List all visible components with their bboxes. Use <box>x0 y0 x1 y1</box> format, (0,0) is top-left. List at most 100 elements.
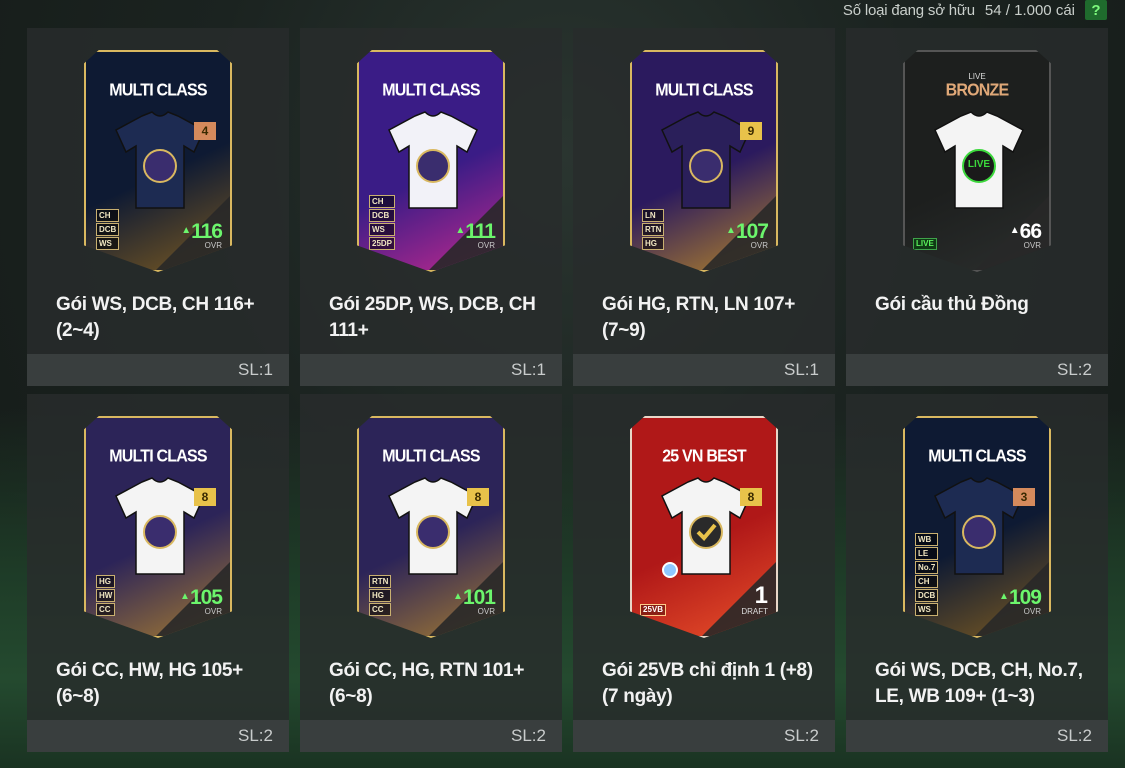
position-tag: WS <box>915 603 939 616</box>
card-title: MULTI CLASS <box>928 447 1026 466</box>
pack-tile[interactable]: MULTI CLASS 9 LN RTN HG ▲107 OVR Gói HG, RTN, L… <box>573 28 835 386</box>
ovr-block: ▲107 OVR <box>726 220 769 250</box>
pack-tile[interactable]: MULTI CLASS 8 RTN HG CC ▲101 OVR Gói CC, HG, RT… <box>300 394 562 752</box>
level-badge: 8 <box>194 488 216 506</box>
position-tag: LE <box>915 547 939 560</box>
pack-name: Gói cầu thủ Đồng <box>875 294 1029 315</box>
card-frame: MULTI CLASS 4 CH DCB WS ▲116 OVR <box>84 50 232 272</box>
card-title: MULTI CLASS <box>382 81 480 100</box>
position-tag: CH <box>915 575 939 588</box>
up-arrow-icon: ▲ <box>726 225 736 236</box>
pack-quantity: SL:2 <box>573 720 835 752</box>
pack-name: Gói WS, DCB, CH 116+ (2~4) <box>56 294 255 341</box>
position-tag: WS <box>369 223 396 236</box>
position-tag: CH <box>96 209 120 222</box>
card-title: MULTI CLASS <box>109 447 207 466</box>
position-tag: WS <box>96 237 120 250</box>
position-list: WB LE No.7 CH DCB WS <box>915 533 939 616</box>
position-tag: CC <box>369 603 392 616</box>
pack-grid: MULTI CLASS 4 CH DCB WS ▲116 OVR Gói WS, DCB, C… <box>27 28 1108 752</box>
ovr-value: 66 <box>1019 220 1042 243</box>
card-frame: MULTI CLASS 3 WB LE No.7 CH DCB WS ▲109 OVR <box>903 416 1051 638</box>
help-button[interactable]: ? <box>1085 0 1107 20</box>
up-arrow-icon: ▲ <box>181 225 191 236</box>
up-arrow-icon: ▲ <box>999 591 1009 602</box>
pack-quantity: SL:1 <box>300 354 562 386</box>
card-frame: LIVE BRONZE LIVE LIVE ▲66 OVR <box>903 50 1051 272</box>
position-tag: DCB <box>915 589 939 602</box>
pack-card: LIVE BRONZE LIVE LIVE ▲66 OVR <box>903 50 1051 272</box>
pack-quantity: SL:1 <box>573 354 835 386</box>
ovr-value: 116 <box>191 220 223 243</box>
pack-tile[interactable]: LIVE BRONZE LIVE LIVE ▲66 OVR Gói cầu thủ Đồng… <box>846 28 1108 386</box>
pack-tile[interactable]: MULTI CLASS CH DCB WS 25DP ▲111 OVR Gói 25DP, W… <box>300 28 562 386</box>
pack-tile[interactable]: MULTI CLASS 3 WB LE No.7 CH DCB WS ▲109 OVR Gói WS… <box>846 394 1108 752</box>
draft-number: 1 <box>754 582 768 609</box>
pack-tile[interactable]: MULTI CLASS 4 CH DCB WS ▲116 OVR Gói WS, DCB, C… <box>27 28 289 386</box>
position-tag: HG <box>642 237 665 250</box>
level-badge: 8 <box>740 488 762 506</box>
ovr-value: 107 <box>735 220 769 243</box>
card-frame: MULTI CLASS 9 LN RTN HG ▲107 OVR <box>630 50 778 272</box>
position-list: CH DCB WS 25DP <box>369 195 396 250</box>
ovr-value: 109 <box>1008 586 1042 609</box>
pack-quantity: SL:2 <box>300 720 562 752</box>
card-title: MULTI CLASS <box>109 81 207 100</box>
stopwatch-icon <box>662 562 678 578</box>
up-arrow-icon: ▲ <box>1009 225 1020 236</box>
ovr-block: ▲109 OVR <box>999 586 1042 616</box>
position-list: CH DCB WS <box>96 209 120 250</box>
pack-card: MULTI CLASS 4 CH DCB WS ▲116 OVR <box>84 50 232 272</box>
position-tag: RTN <box>642 223 665 236</box>
position-tag: LN <box>642 209 665 222</box>
pack-card: MULTI CLASS CH DCB WS 25DP ▲111 OVR <box>357 50 505 272</box>
card-subtitle: LIVE <box>968 72 986 81</box>
position-tag: DCB <box>369 209 396 222</box>
up-arrow-icon: ▲ <box>180 591 190 602</box>
card-frame: MULTI CLASS 8 HG HW CC ▲105 OVR <box>84 416 232 638</box>
pack-card: MULTI CLASS 3 WB LE No.7 CH DCB WS ▲109 OVR <box>903 416 1051 638</box>
level-badge: 3 <box>1013 488 1035 506</box>
pack-tile[interactable]: MULTI CLASS 8 HG HW CC ▲105 OVR Gói CC, HW, HG … <box>27 394 289 752</box>
position-tag: WB <box>915 533 939 546</box>
pack-name: Gói 25DP, WS, DCB, CH 111+ <box>329 294 536 341</box>
card-frame: MULTI CLASS CH DCB WS 25DP ▲111 OVR <box>357 50 505 272</box>
card-frame: MULTI CLASS 8 RTN HG CC ▲101 OVR <box>357 416 505 638</box>
jersey-icon <box>388 111 478 209</box>
pack-name: Gói 25VB chỉ định 1 (+8) (7 ngày) <box>602 660 813 707</box>
ovr-block: ▲101 OVR <box>453 587 496 616</box>
draft-label: DRAFT <box>741 607 768 616</box>
ovr-value: 111 <box>465 220 496 243</box>
ovr-block: ▲111 OVR <box>455 220 496 250</box>
position-tag: 25DP <box>369 237 396 250</box>
ovr-block: ▲66 OVR <box>1009 220 1042 250</box>
level-badge: 9 <box>740 122 762 140</box>
pack-tile[interactable]: 25 VN BEST 8 25VB 1 DRAFT Gói 25VB chỉ định 1… <box>573 394 835 752</box>
pack-quantity: SL:2 <box>846 720 1108 752</box>
jersey-icon <box>115 111 205 209</box>
pack-name: Gói CC, HG, RTN 101+ (6~8) <box>329 660 525 707</box>
position-tag: CC <box>96 603 116 616</box>
pack-quantity: SL:1 <box>27 354 289 386</box>
ovr-value: 105 <box>189 586 223 609</box>
position-tag: HG <box>96 575 116 588</box>
position-tag: RTN <box>369 575 392 588</box>
position-list: LN RTN HG <box>642 209 665 250</box>
position-list: HG HW CC <box>96 575 116 616</box>
pack-name: Gói WS, DCB, CH, No.7, LE, WB 109+ (1~3) <box>875 660 1083 707</box>
up-arrow-icon: ▲ <box>455 225 465 236</box>
pack-quantity: SL:2 <box>846 354 1108 386</box>
card-frame: 25 VN BEST 8 25VB 1 DRAFT <box>630 416 778 638</box>
position-tag: DCB <box>96 223 120 236</box>
owned-summary: Số loại đang sở hữu 54 / 1.000 cái ? <box>843 0 1107 20</box>
jersey-live-text: LIVE <box>967 159 991 170</box>
pack-card: MULTI CLASS 9 LN RTN HG ▲107 OVR <box>630 50 778 272</box>
pack-name: Gói CC, HW, HG 105+ (6~8) <box>56 660 243 707</box>
pack-card: 25 VN BEST 8 25VB 1 DRAFT <box>630 416 778 638</box>
position-tag: HG <box>369 589 392 602</box>
position-tag: HW <box>96 589 116 602</box>
level-badge: 8 <box>467 488 489 506</box>
pack-quantity: SL:2 <box>27 720 289 752</box>
up-arrow-icon: ▲ <box>453 591 463 602</box>
draft-block: 1 DRAFT <box>741 582 768 617</box>
